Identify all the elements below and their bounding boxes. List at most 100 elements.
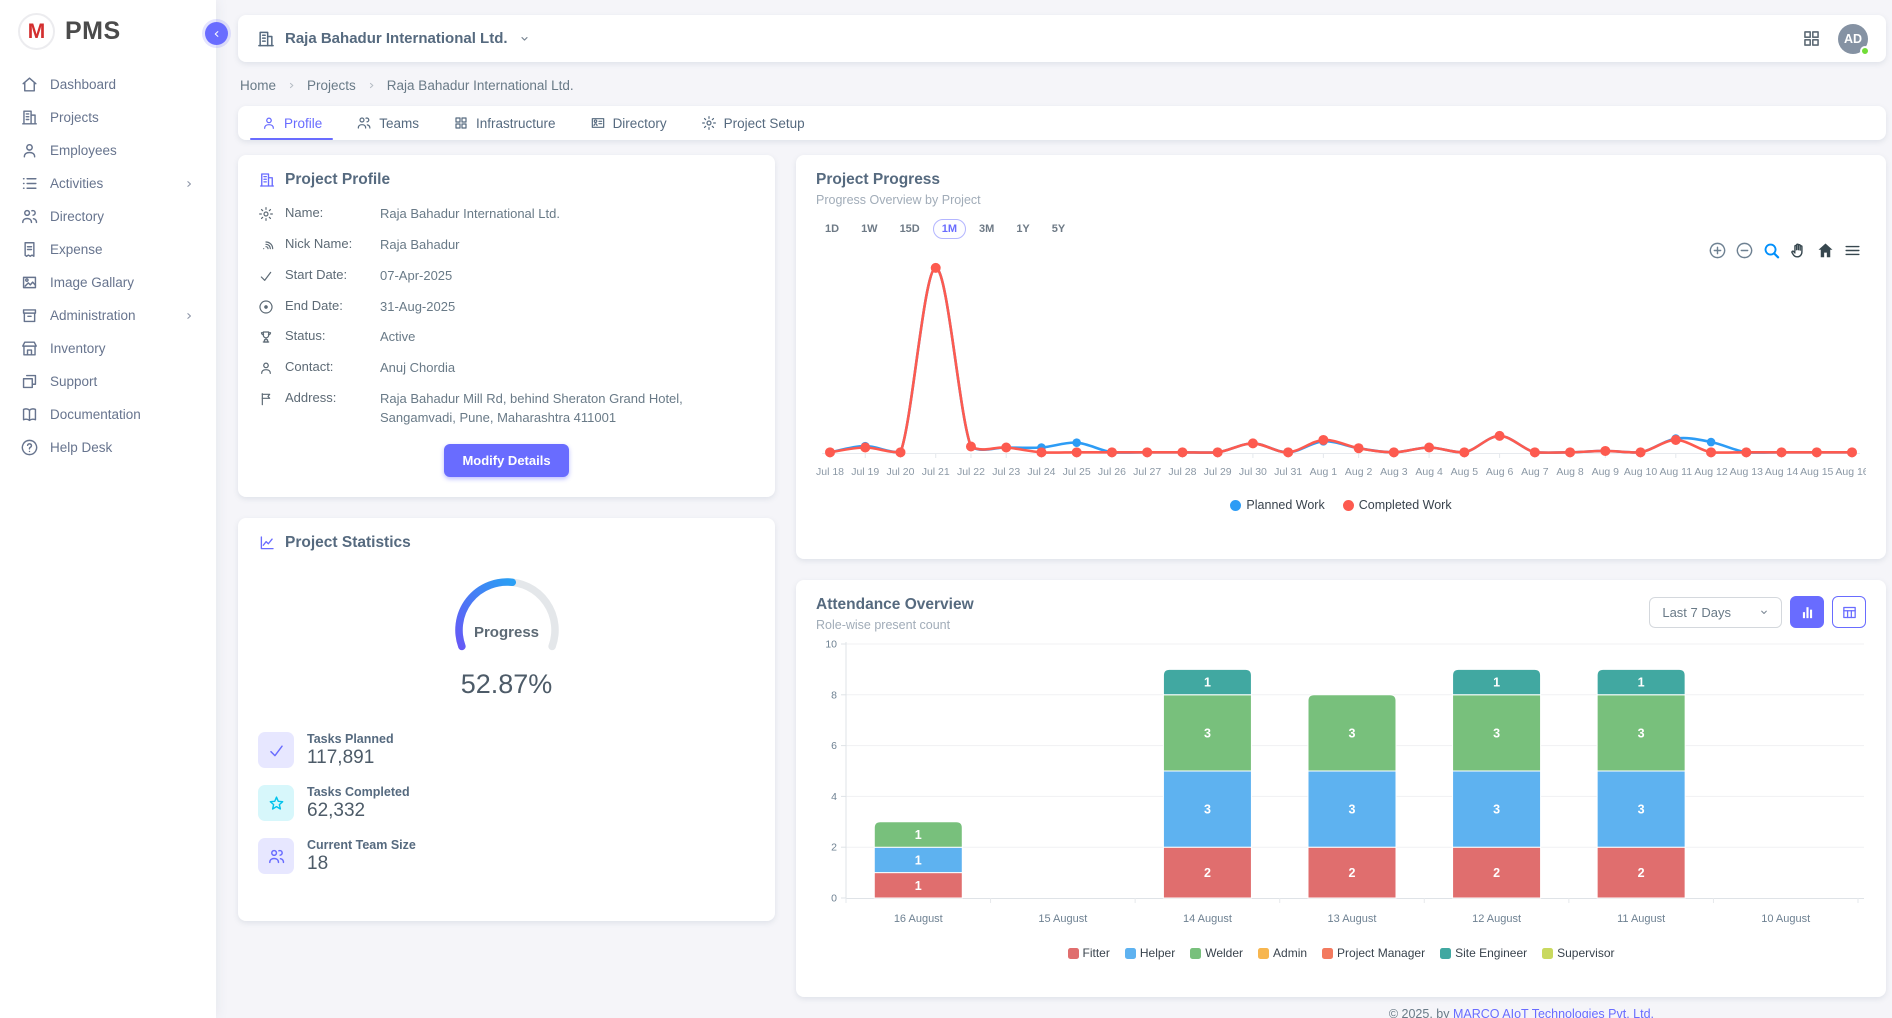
- svg-text:Jul 25: Jul 25: [1063, 466, 1091, 478]
- attendance-range-select[interactable]: Last 7 Days: [1649, 597, 1782, 628]
- sidebar-item-inventory[interactable]: Inventory: [8, 332, 208, 365]
- id-card-icon: [590, 115, 606, 131]
- stat-label: Current Team Size: [307, 838, 416, 852]
- breadcrumb-item-projects[interactable]: Projects: [307, 78, 356, 93]
- project-progress-card: Project Progress Progress Overview by Pr…: [796, 155, 1886, 559]
- legend-item-planned-work[interactable]: Planned Work: [1230, 498, 1324, 512]
- tab-project-setup[interactable]: Project Setup: [684, 106, 822, 140]
- svg-text:1: 1: [1204, 676, 1211, 690]
- time-range-buttons: 1D1W15D1M3M1Y5Y: [816, 219, 1866, 239]
- legend-label: Project Manager: [1337, 946, 1425, 960]
- range-5y[interactable]: 5Y: [1043, 219, 1074, 239]
- legend-item-admin[interactable]: Admin: [1258, 946, 1307, 960]
- table-view-button[interactable]: [1832, 596, 1866, 628]
- company-selector[interactable]: Raja Bahadur International Ltd.: [256, 29, 532, 49]
- legend-item-supervisor[interactable]: Supervisor: [1542, 946, 1614, 960]
- user-avatar[interactable]: AD: [1838, 24, 1868, 54]
- sidebar-item-help-desk[interactable]: Help Desk: [8, 431, 208, 464]
- tab-teams[interactable]: Teams: [339, 106, 436, 140]
- sidebar-item-projects[interactable]: Projects: [8, 101, 208, 134]
- line-chart-legend: Planned Work Completed Work: [816, 498, 1866, 512]
- range-1d[interactable]: 1D: [816, 219, 848, 239]
- range-1y[interactable]: 1Y: [1007, 219, 1038, 239]
- legend-marker: [1343, 500, 1354, 511]
- tab-infrastructure[interactable]: Infrastructure: [436, 106, 573, 140]
- svg-text:12 August: 12 August: [1472, 913, 1521, 925]
- toolbar-chart-menu[interactable]: [1843, 241, 1862, 260]
- bar-view-button[interactable]: [1790, 596, 1824, 628]
- top-header: Raja Bahadur International Ltd. AD: [238, 15, 1886, 62]
- bar-chart-legend: Fitter Helper Welder Admin Project Manager Si…: [816, 946, 1866, 960]
- legend-item-welder[interactable]: Welder: [1190, 946, 1243, 960]
- list-icon: [20, 174, 39, 193]
- sidebar-item-image-gallary[interactable]: Image Gallary: [8, 266, 208, 299]
- sidebar-collapse-button[interactable]: [205, 22, 228, 45]
- sidebar-item-expense[interactable]: Expense: [8, 233, 208, 266]
- progress-card-title: Project Progress: [816, 171, 1866, 189]
- sidebar-item-administration[interactable]: Administration: [8, 299, 208, 332]
- sidebar-item-label: Image Gallary: [50, 275, 134, 290]
- profile-row-label: Name:: [285, 205, 369, 220]
- breadcrumb-item-raja-bahadur-international-ltd: Raja Bahadur International Ltd.: [387, 78, 574, 93]
- range-1m[interactable]: 1M: [933, 219, 966, 239]
- project-profile-card: Project Profile Name:Raja Bahadur Intern…: [238, 155, 775, 497]
- profile-card-title: Project Profile: [285, 171, 390, 189]
- star-icon-box: [258, 785, 294, 821]
- svg-text:Jul 29: Jul 29: [1204, 466, 1232, 478]
- toolbar-panning[interactable]: [1789, 241, 1808, 260]
- chevron-right-icon: [182, 309, 196, 323]
- legend-item-helper[interactable]: Helper: [1125, 946, 1175, 960]
- sidebar-item-label: Help Desk: [50, 440, 112, 455]
- sidebar-item-activities[interactable]: Activities: [8, 167, 208, 200]
- apps-grid-button[interactable]: [1801, 28, 1822, 49]
- svg-text:Jul 20: Jul 20: [886, 466, 914, 478]
- svg-text:Jul 21: Jul 21: [922, 466, 950, 478]
- building-icon: [258, 171, 276, 189]
- legend-item-fitter[interactable]: Fitter: [1068, 946, 1110, 960]
- progress-gauge: Progress 52.87%: [417, 568, 597, 700]
- footer-brand-link[interactable]: MARCO AIoT Technologies Pvt. Ltd.: [1453, 1007, 1654, 1018]
- range-1w[interactable]: 1W: [852, 219, 887, 239]
- right-column: Project Progress Progress Overview by Pr…: [796, 155, 1886, 997]
- legend-marker: [1322, 948, 1333, 959]
- svg-text:Jul 31: Jul 31: [1274, 466, 1302, 478]
- sidebar-item-support[interactable]: Support: [8, 365, 208, 398]
- tab-directory[interactable]: Directory: [573, 106, 684, 140]
- profile-row-label: Start Date:: [285, 267, 369, 282]
- sidebar-item-documentation[interactable]: Documentation: [8, 398, 208, 431]
- app-name: PMS: [65, 17, 121, 46]
- menu-icon: [1843, 241, 1862, 260]
- sidebar-item-dashboard[interactable]: Dashboard: [8, 68, 208, 101]
- svg-text:0: 0: [831, 893, 837, 905]
- range-3m[interactable]: 3M: [970, 219, 1003, 239]
- svg-text:Aug 7: Aug 7: [1521, 466, 1549, 478]
- people-icon: [356, 115, 372, 131]
- modify-details-button[interactable]: Modify Details: [444, 444, 568, 477]
- sidebar-item-directory[interactable]: Directory: [8, 200, 208, 233]
- sidebar-item-employees[interactable]: Employees: [8, 134, 208, 167]
- toolbar-selection-zoom[interactable]: [1762, 241, 1781, 260]
- profile-row-nick-name: Nick Name:Raja Bahadur: [258, 236, 755, 255]
- legend-item-completed-work[interactable]: Completed Work: [1343, 498, 1452, 512]
- sidebar-item-label: Activities: [50, 176, 103, 191]
- profile-row-contact: Contact:Anuj Chordia: [258, 359, 755, 378]
- legend-item-project-manager[interactable]: Project Manager: [1322, 946, 1425, 960]
- range-15d[interactable]: 15D: [891, 219, 929, 239]
- svg-text:Jul 28: Jul 28: [1168, 466, 1196, 478]
- app-logo-row[interactable]: M PMS: [0, 0, 216, 60]
- stat-value: 62,332: [307, 800, 410, 822]
- profile-rows: Name:Raja Bahadur International Ltd.Nick…: [258, 205, 755, 428]
- svg-text:11 August: 11 August: [1617, 913, 1665, 925]
- breadcrumb-item-home[interactable]: Home: [240, 78, 276, 93]
- svg-text:Aug 13: Aug 13: [1730, 466, 1763, 478]
- toolbar-zoom-out[interactable]: [1735, 241, 1754, 260]
- grid-icon: [453, 115, 469, 131]
- toolbar-zoom-in[interactable]: [1708, 241, 1727, 260]
- profile-row-value: 31-Aug-2025: [380, 298, 755, 317]
- svg-text:Aug 15: Aug 15: [1800, 466, 1833, 478]
- svg-text:Aug 12: Aug 12: [1694, 466, 1727, 478]
- legend-item-site-engineer[interactable]: Site Engineer: [1440, 946, 1527, 960]
- tab-profile[interactable]: Profile: [244, 106, 339, 140]
- toolbar-reset-zoom[interactable]: [1816, 241, 1835, 260]
- profile-row-end-date: End Date:31-Aug-2025: [258, 298, 755, 317]
